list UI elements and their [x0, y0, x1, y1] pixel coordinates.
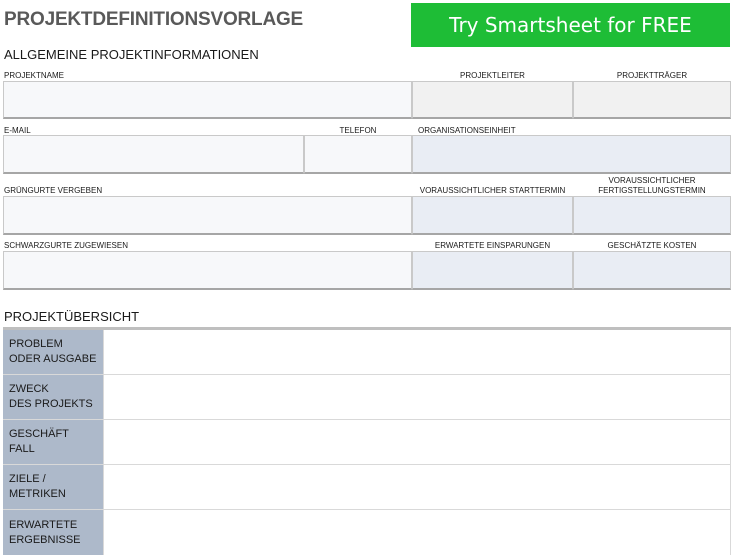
- org-unit-field[interactable]: [412, 135, 731, 174]
- green-belts-field[interactable]: [3, 196, 412, 235]
- green-belts-label: GRÜNGURTE VERGEBEN: [4, 186, 103, 195]
- project-sponsor-field[interactable]: [573, 81, 731, 119]
- overview-label-problem: PROBLEM ODER AUSGABE: [3, 330, 103, 374]
- overview-input-business-case[interactable]: [103, 420, 731, 464]
- completion-date-label: VORAUSSICHTLICHER FERTIGSTELLUNGSTERMIN: [598, 176, 706, 195]
- overview-section-title: PROJEKTÜBERSICHT: [4, 309, 140, 324]
- overview-input-problem[interactable]: [103, 330, 731, 374]
- overview-input-purpose[interactable]: [103, 375, 731, 419]
- page-title: PROJEKTDEFINITIONSVORLAGE: [4, 9, 304, 30]
- expected-savings-field[interactable]: [412, 251, 573, 290]
- try-smartsheet-button[interactable]: Try Smartsheet for FREE: [411, 3, 730, 47]
- project-name-label: PROJEKTNAME: [4, 71, 65, 80]
- overview-label-goals: ZIELE / METRIKEN: [3, 465, 103, 509]
- overview-label-purpose: ZWECK DES PROJEKTS: [3, 375, 103, 419]
- overview-label-results: ERWARTETE ERGEBNISSE: [3, 510, 103, 555]
- overview-row-results: ERWARTETE ERGEBNISSE: [3, 510, 731, 555]
- estimated-costs-label: GESCHÄTZTE KOSTEN: [607, 241, 697, 250]
- overview-row-goals: ZIELE / METRIKEN: [3, 465, 731, 510]
- overview-row-business-case: GESCHÄFT FALL: [3, 420, 731, 465]
- estimated-costs-field[interactable]: [573, 251, 731, 290]
- overview-row-purpose: ZWECK DES PROJEKTS: [3, 375, 731, 420]
- expected-savings-label: ERWARTETE EINSPARUNGEN: [434, 241, 551, 250]
- project-manager-label: PROJEKTLEITER: [460, 71, 525, 80]
- start-date-field[interactable]: [412, 196, 573, 235]
- overview-label-business-case: GESCHÄFT FALL: [3, 420, 103, 464]
- phone-field[interactable]: [304, 135, 412, 174]
- project-manager-field[interactable]: [412, 81, 573, 119]
- overview-input-goals[interactable]: [103, 465, 731, 509]
- overview-row-problem: PROBLEM ODER AUSGABE: [3, 330, 731, 375]
- project-sponsor-label: PROJEKTTRÄGER: [616, 71, 688, 80]
- completion-date-field[interactable]: [573, 196, 731, 235]
- general-section-title: ALLGEMEINE PROJEKTINFORMATIONEN: [4, 47, 259, 62]
- start-date-label: VORAUSSICHTLICHER STARTTERMIN: [419, 186, 566, 195]
- black-belts-field[interactable]: [3, 251, 412, 290]
- email-field[interactable]: [3, 135, 304, 174]
- project-overview-table: PROBLEM ODER AUSGABE ZWECK DES PROJEKTS …: [3, 327, 731, 555]
- black-belts-label: SCHWARZGURTE ZUGEWIESEN: [4, 241, 129, 250]
- project-name-field[interactable]: [3, 81, 412, 119]
- overview-input-results[interactable]: [103, 510, 731, 555]
